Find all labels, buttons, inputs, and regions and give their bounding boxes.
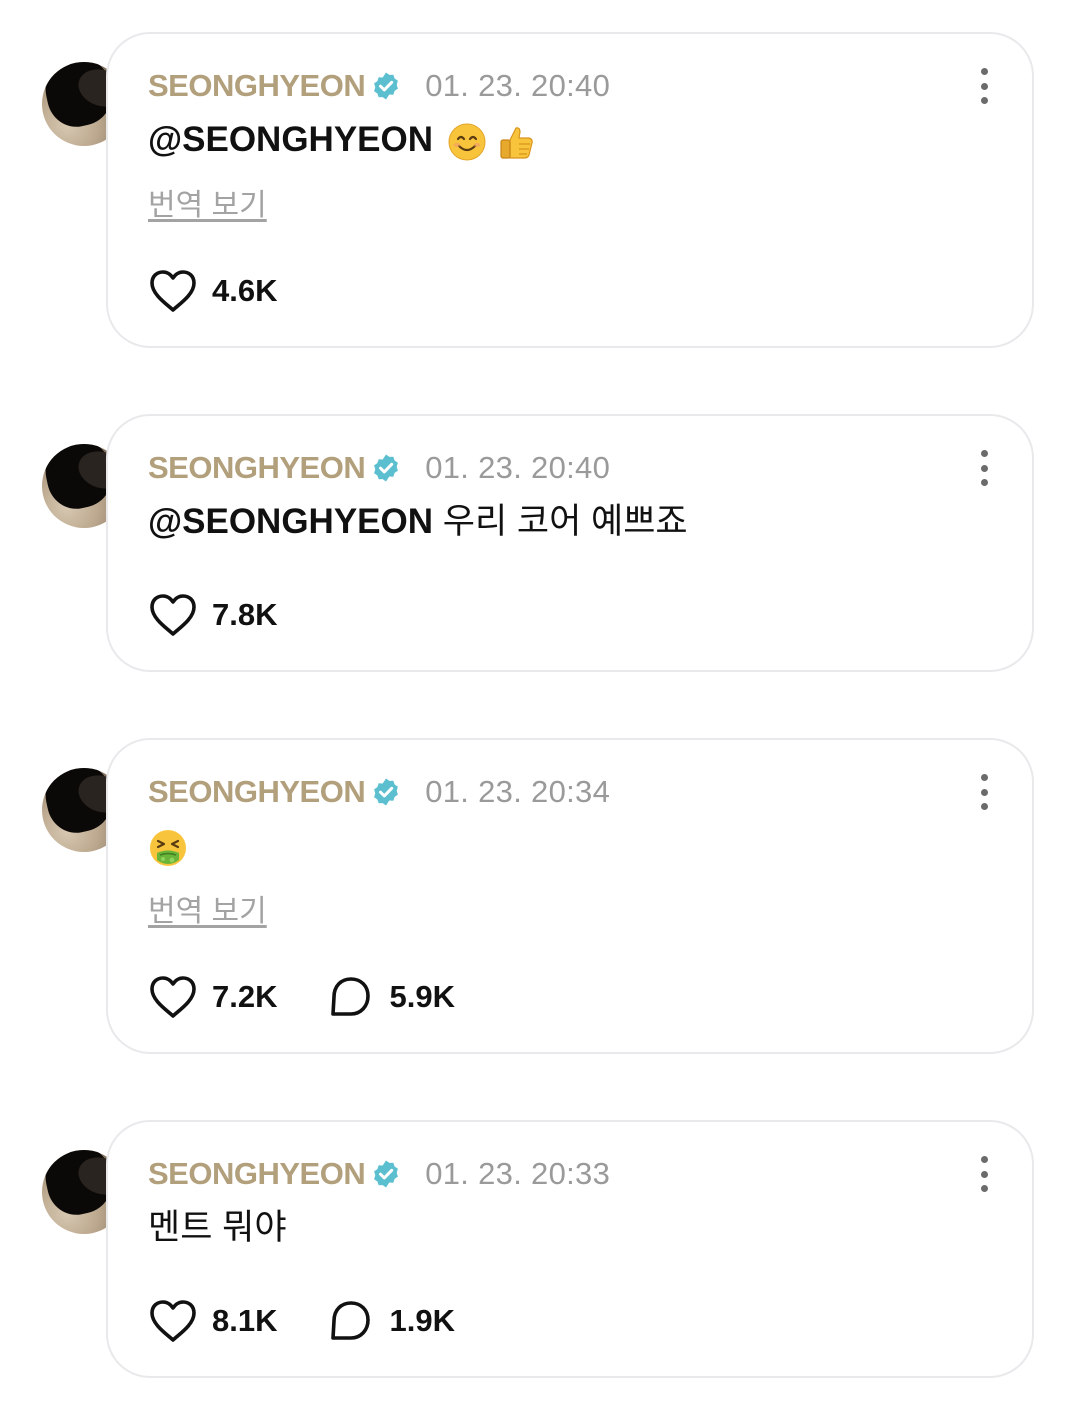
post-card[interactable]: SEONGHYEON 01. 23. 20:33 멘트 뭐야 8.1K 1.9K (106, 1120, 1034, 1378)
author-name[interactable]: SEONGHYEON (148, 68, 366, 104)
timestamp: 01. 23. 20:40 (425, 450, 611, 485)
comment-bubble-icon (331, 1301, 371, 1340)
post-content: 멘트 뭐야 (148, 1206, 287, 1250)
post-actions: 4.6K (148, 268, 325, 314)
timestamp: 01. 23. 20:40 (425, 68, 611, 103)
timestamp: 01. 23. 20:34 (425, 774, 611, 809)
timestamp: 01. 23. 20:33 (425, 1156, 611, 1191)
like-button[interactable]: 4.6K (148, 268, 277, 314)
post-card[interactable]: SEONGHYEON 01. 23. 20:34 번역 보기 7.2K 5.9K (106, 738, 1034, 1054)
post-actions: 7.2K 5.9K (148, 974, 503, 1020)
more-options-icon[interactable] (972, 774, 996, 810)
post-header: SEONGHYEON 01. 23. 20:34 (148, 772, 610, 812)
author-name[interactable]: SEONGHYEON (148, 1156, 366, 1192)
post-card[interactable]: SEONGHYEON 01. 23. 20:40 @SEONGHYEON 번역 … (106, 32, 1034, 348)
comment-button[interactable]: 1.9K (325, 1298, 455, 1344)
translate-link[interactable]: 번역 보기 (148, 886, 267, 930)
thumbs-up-emoji-icon (500, 126, 534, 159)
heart-icon (150, 270, 196, 312)
smiling-face-emoji-icon (448, 123, 486, 161)
like-button[interactable]: 7.2K (148, 974, 277, 1020)
author-name[interactable]: SEONGHYEON (148, 774, 366, 810)
post-content (148, 824, 188, 868)
like-count: 7.2K (212, 979, 278, 1014)
more-options-icon[interactable] (972, 450, 996, 486)
like-count: 8.1K (212, 1303, 278, 1338)
heart-icon (150, 976, 196, 1018)
more-options-icon[interactable] (972, 68, 996, 104)
verified-badge-icon (374, 454, 399, 482)
post-header: SEONGHYEON 01. 23. 20:40 (148, 448, 610, 488)
post-4: SEONGHYEON 01. 23. 20:33 멘트 뭐야 8.1K 1.9K (0, 1120, 1080, 1378)
comment-count: 1.9K (389, 1303, 455, 1338)
like-button[interactable]: 8.1K (148, 1298, 277, 1344)
more-options-icon[interactable] (972, 1156, 996, 1192)
post-card[interactable]: SEONGHYEON 01. 23. 20:40 @SEONGHYEON 우리 … (106, 414, 1034, 672)
mention[interactable]: @SEONGHYEON (148, 120, 433, 159)
post-actions: 7.8K (148, 592, 325, 638)
post-content: @SEONGHYEON 우리 코어 예쁘죠 (148, 500, 688, 544)
post-content: @SEONGHYEON (148, 118, 536, 162)
nauseated-face-emoji-icon (150, 829, 186, 866)
verified-badge-icon (374, 778, 399, 806)
post-text: 멘트 뭐야 (148, 1208, 287, 1247)
translate-link[interactable]: 번역 보기 (148, 180, 267, 224)
like-button[interactable]: 7.8K (148, 592, 277, 638)
comment-button[interactable]: 5.9K (325, 974, 455, 1020)
post-header: SEONGHYEON 01. 23. 20:40 (148, 66, 610, 106)
author-name[interactable]: SEONGHYEON (148, 450, 366, 486)
mention[interactable]: @SEONGHYEON (148, 502, 433, 541)
like-count: 7.8K (212, 597, 278, 632)
comment-bubble-icon (331, 977, 371, 1016)
post-2: SEONGHYEON 01. 23. 20:40 @SEONGHYEON 우리 … (0, 414, 1080, 672)
comment-count: 5.9K (389, 979, 455, 1014)
post-actions: 8.1K 1.9K (148, 1298, 503, 1344)
heart-icon (150, 1300, 196, 1342)
post-header: SEONGHYEON 01. 23. 20:33 (148, 1154, 610, 1194)
verified-badge-icon (374, 1160, 399, 1188)
verified-badge-icon (374, 72, 399, 100)
post-3: SEONGHYEON 01. 23. 20:34 번역 보기 7.2K 5.9K (0, 738, 1080, 1054)
post-text: 우리 코어 예쁘죠 (433, 502, 688, 541)
heart-icon (150, 594, 196, 636)
like-count: 4.6K (212, 273, 278, 308)
post-1: SEONGHYEON 01. 23. 20:40 @SEONGHYEON 번역 … (0, 32, 1080, 348)
